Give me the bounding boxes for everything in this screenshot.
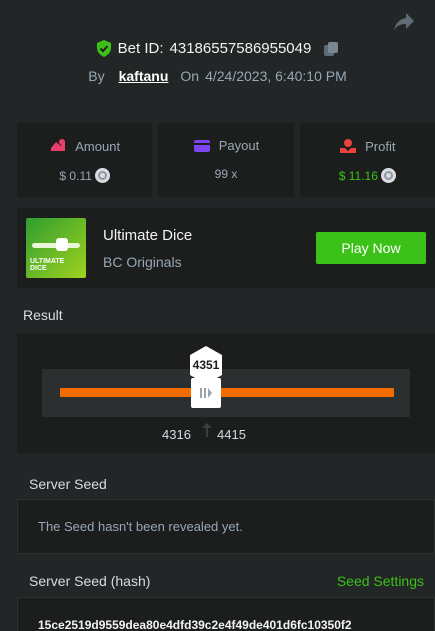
result-value: 4351 bbox=[192, 358, 220, 372]
bet-id-label: Bet ID: bbox=[117, 40, 164, 57]
coin-icon bbox=[380, 168, 396, 183]
server-seed-field: The Seed hasn't been revealed yet. bbox=[17, 499, 435, 554]
coin-icon bbox=[94, 168, 110, 183]
payout-icon bbox=[193, 139, 210, 152]
range-low: 4316 bbox=[162, 427, 191, 442]
game-provider: BC Originals bbox=[103, 253, 182, 270]
grip-icon bbox=[200, 388, 212, 398]
bet-author-row: By kaftanu On 4/24/2023, 6:40:10 PM bbox=[0, 68, 435, 84]
stat-payout: Payout 99 x bbox=[158, 123, 294, 197]
stat-payout-value: 99 x bbox=[214, 167, 238, 181]
profit-icon bbox=[340, 139, 357, 153]
play-now-button[interactable]: Play Now bbox=[316, 232, 426, 264]
stat-payout-label: Payout bbox=[218, 138, 260, 153]
game-card: ULTIMATE DICE Ultimate Dice BC Originals… bbox=[17, 208, 435, 288]
range-high: 4415 bbox=[217, 427, 246, 442]
game-thumbnail[interactable]: ULTIMATE DICE bbox=[26, 218, 86, 278]
on-label: On bbox=[180, 68, 200, 84]
stat-amount: Amount $ 0.11 bbox=[17, 123, 153, 197]
server-seed-hash-field[interactable]: 15ce2519d9559dea80e4dfd39c2e4f49de401d6f… bbox=[17, 597, 435, 631]
result-label: Result bbox=[23, 307, 63, 323]
result-bubble: 4351 bbox=[188, 345, 224, 385]
server-seed-message: The Seed hasn't been revealed yet. bbox=[38, 519, 243, 534]
stat-profit-value: $ 11.16 bbox=[338, 168, 378, 183]
stat-amount-value: $ 0.11 bbox=[59, 168, 92, 183]
result-panel: 4351 4316 4415 bbox=[17, 333, 435, 453]
username-link[interactable]: kaftanu bbox=[119, 68, 169, 84]
bet-id-row: Bet ID: 43186557586955049 bbox=[0, 40, 435, 57]
stat-amount-label: Amount bbox=[75, 138, 121, 154]
verified-shield-icon bbox=[96, 40, 111, 57]
bet-id-value: 43186557586955049 bbox=[169, 40, 312, 57]
copy-icon[interactable] bbox=[323, 41, 339, 57]
server-seed-hash-label: Server Seed (hash) bbox=[29, 573, 151, 589]
result-slider-bar bbox=[60, 388, 394, 397]
bet-datetime: 4/24/2023, 6:40:10 PM bbox=[205, 68, 347, 84]
seed-settings-link[interactable]: Seed Settings bbox=[337, 573, 424, 589]
server-seed-label: Server Seed bbox=[29, 476, 107, 492]
by-label: By bbox=[88, 68, 105, 84]
bet-stats: Amount $ 0.11 Payout 99 x Profit $ 11.16 bbox=[17, 123, 435, 197]
amount-icon bbox=[51, 139, 66, 151]
range-arrow-icon bbox=[202, 423, 212, 437]
game-name: Ultimate Dice bbox=[103, 226, 193, 244]
stat-profit: Profit $ 11.16 bbox=[299, 123, 435, 197]
server-seed-hash-value: 15ce2519d9559dea80e4dfd39c2e4f49de401d6f… bbox=[38, 618, 352, 631]
stat-profit-label: Profit bbox=[365, 138, 396, 154]
thumbnail-dice-graphic bbox=[56, 238, 68, 251]
share-icon[interactable] bbox=[393, 12, 415, 32]
thumbnail-title: ULTIMATE DICE bbox=[30, 258, 65, 272]
